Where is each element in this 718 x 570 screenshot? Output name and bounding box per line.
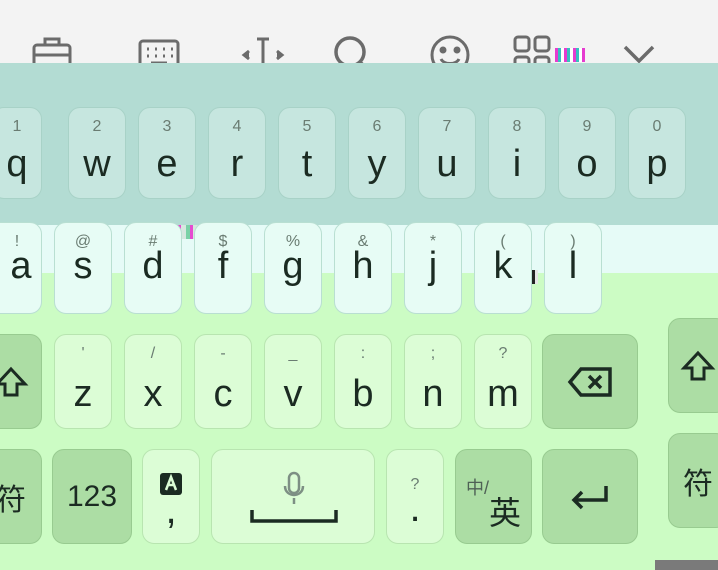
language-switch-key[interactable]: 中/ 英 xyxy=(455,449,532,544)
key-hint: 3 xyxy=(162,118,172,135)
key-hint: 2 xyxy=(92,118,102,135)
key-hint: / xyxy=(150,345,156,362)
key-label: p xyxy=(646,143,668,185)
key-label: m xyxy=(487,373,519,415)
key-label: l xyxy=(568,245,578,287)
key-hint: 6 xyxy=(372,118,382,135)
key-label: i xyxy=(512,143,522,185)
key-v[interactable]: _ v xyxy=(264,334,322,429)
key-t[interactable]: 5t xyxy=(278,107,336,199)
key-n[interactable]: ; n xyxy=(404,334,462,429)
shift-icon xyxy=(669,319,718,412)
enter-key[interactable] xyxy=(542,449,638,544)
language-current-label: 英 xyxy=(489,495,522,531)
shift-key-right[interactable] xyxy=(668,318,718,413)
key-z[interactable]: ' z xyxy=(54,334,112,429)
key-p[interactable]: 0p xyxy=(628,107,686,199)
key-label: k xyxy=(493,245,513,287)
key-hint: 5 xyxy=(302,118,312,135)
key-label: h xyxy=(352,245,374,287)
glitch-artifact xyxy=(655,560,718,570)
numbers-label: 123 xyxy=(66,479,118,513)
key-label: t xyxy=(301,143,313,185)
space-key[interactable] xyxy=(211,449,375,544)
key-s[interactable]: @ s xyxy=(54,222,112,314)
numbers-key[interactable]: 123 xyxy=(52,449,132,544)
key-k[interactable]: (k xyxy=(474,222,532,314)
key-r[interactable]: 4r xyxy=(208,107,266,199)
symbols-label: 符 xyxy=(0,483,26,517)
key-u[interactable]: 7u xyxy=(418,107,476,199)
key-label: w xyxy=(83,143,111,185)
key-label: q xyxy=(6,143,28,185)
key-hint: ; xyxy=(430,345,436,362)
microphone-icon xyxy=(282,470,306,511)
key-d[interactable]: # d xyxy=(124,222,182,314)
key-label: o xyxy=(576,143,598,185)
key-label: g xyxy=(282,245,304,287)
key-j[interactable]: * j xyxy=(404,222,462,314)
key-e[interactable]: 3e xyxy=(138,107,196,199)
key-label: j xyxy=(428,245,438,287)
key-o[interactable]: 9o xyxy=(558,107,616,199)
period-key[interactable]: ? . xyxy=(386,449,444,544)
key-label: b xyxy=(352,373,374,415)
language-alt-label: 中/ xyxy=(466,478,490,498)
symbols-label: 符 xyxy=(683,467,713,501)
space-bar-icon xyxy=(250,508,338,529)
key-hint: ? xyxy=(498,345,508,362)
key-hint: - xyxy=(220,345,226,362)
shift-icon xyxy=(0,335,41,428)
glitch-artifact xyxy=(555,48,585,62)
key-hint: 1 xyxy=(12,118,22,135)
key-a[interactable]: ! a xyxy=(0,222,42,314)
key-label: f xyxy=(217,245,229,287)
key-q[interactable]: 1q xyxy=(0,107,42,199)
key-label: e xyxy=(156,143,178,185)
symbols-key-right[interactable]: 符 xyxy=(668,433,718,528)
key-hint: _ xyxy=(288,345,298,362)
key-label: n xyxy=(422,373,444,415)
shift-key-left[interactable] xyxy=(0,334,42,429)
key-label: a xyxy=(10,245,32,287)
key-hint: 7 xyxy=(442,118,452,135)
key-hint: 4 xyxy=(232,118,242,135)
key-label: y xyxy=(367,143,387,185)
comma-label: , xyxy=(165,488,177,532)
key-c[interactable]: -c xyxy=(194,334,252,429)
key-y[interactable]: 6y xyxy=(348,107,406,199)
key-label: s xyxy=(73,245,93,287)
key-hint: ' xyxy=(81,345,85,362)
key-hint: : xyxy=(360,345,366,362)
key-w[interactable]: 2w xyxy=(68,107,126,199)
key-label: c xyxy=(213,373,233,415)
period-label: . xyxy=(409,486,421,530)
key-i[interactable]: 8i xyxy=(488,107,546,199)
key-m[interactable]: ? m xyxy=(474,334,532,429)
key-hint: 9 xyxy=(582,118,592,135)
key-label: u xyxy=(436,143,458,185)
key-label: r xyxy=(230,143,244,185)
enter-icon xyxy=(543,450,637,543)
key-label: x xyxy=(143,373,163,415)
key-x[interactable]: / x xyxy=(124,334,182,429)
key-b[interactable]: :b xyxy=(334,334,392,429)
key-hint: 0 xyxy=(652,118,662,135)
key-label: d xyxy=(142,245,164,287)
symbols-key-left[interactable]: 符 xyxy=(0,449,42,544)
key-f[interactable]: $ f xyxy=(194,222,252,314)
key-label: z xyxy=(73,373,93,415)
key-label: v xyxy=(283,373,303,415)
key-l[interactable]: ) l xyxy=(544,222,602,314)
key-g[interactable]: % g xyxy=(264,222,322,314)
key-hint: 8 xyxy=(512,118,522,135)
comma-key[interactable]: , xyxy=(142,449,200,544)
key-h[interactable]: & h xyxy=(334,222,392,314)
backspace-icon xyxy=(543,335,637,428)
backspace-key[interactable] xyxy=(542,334,638,429)
